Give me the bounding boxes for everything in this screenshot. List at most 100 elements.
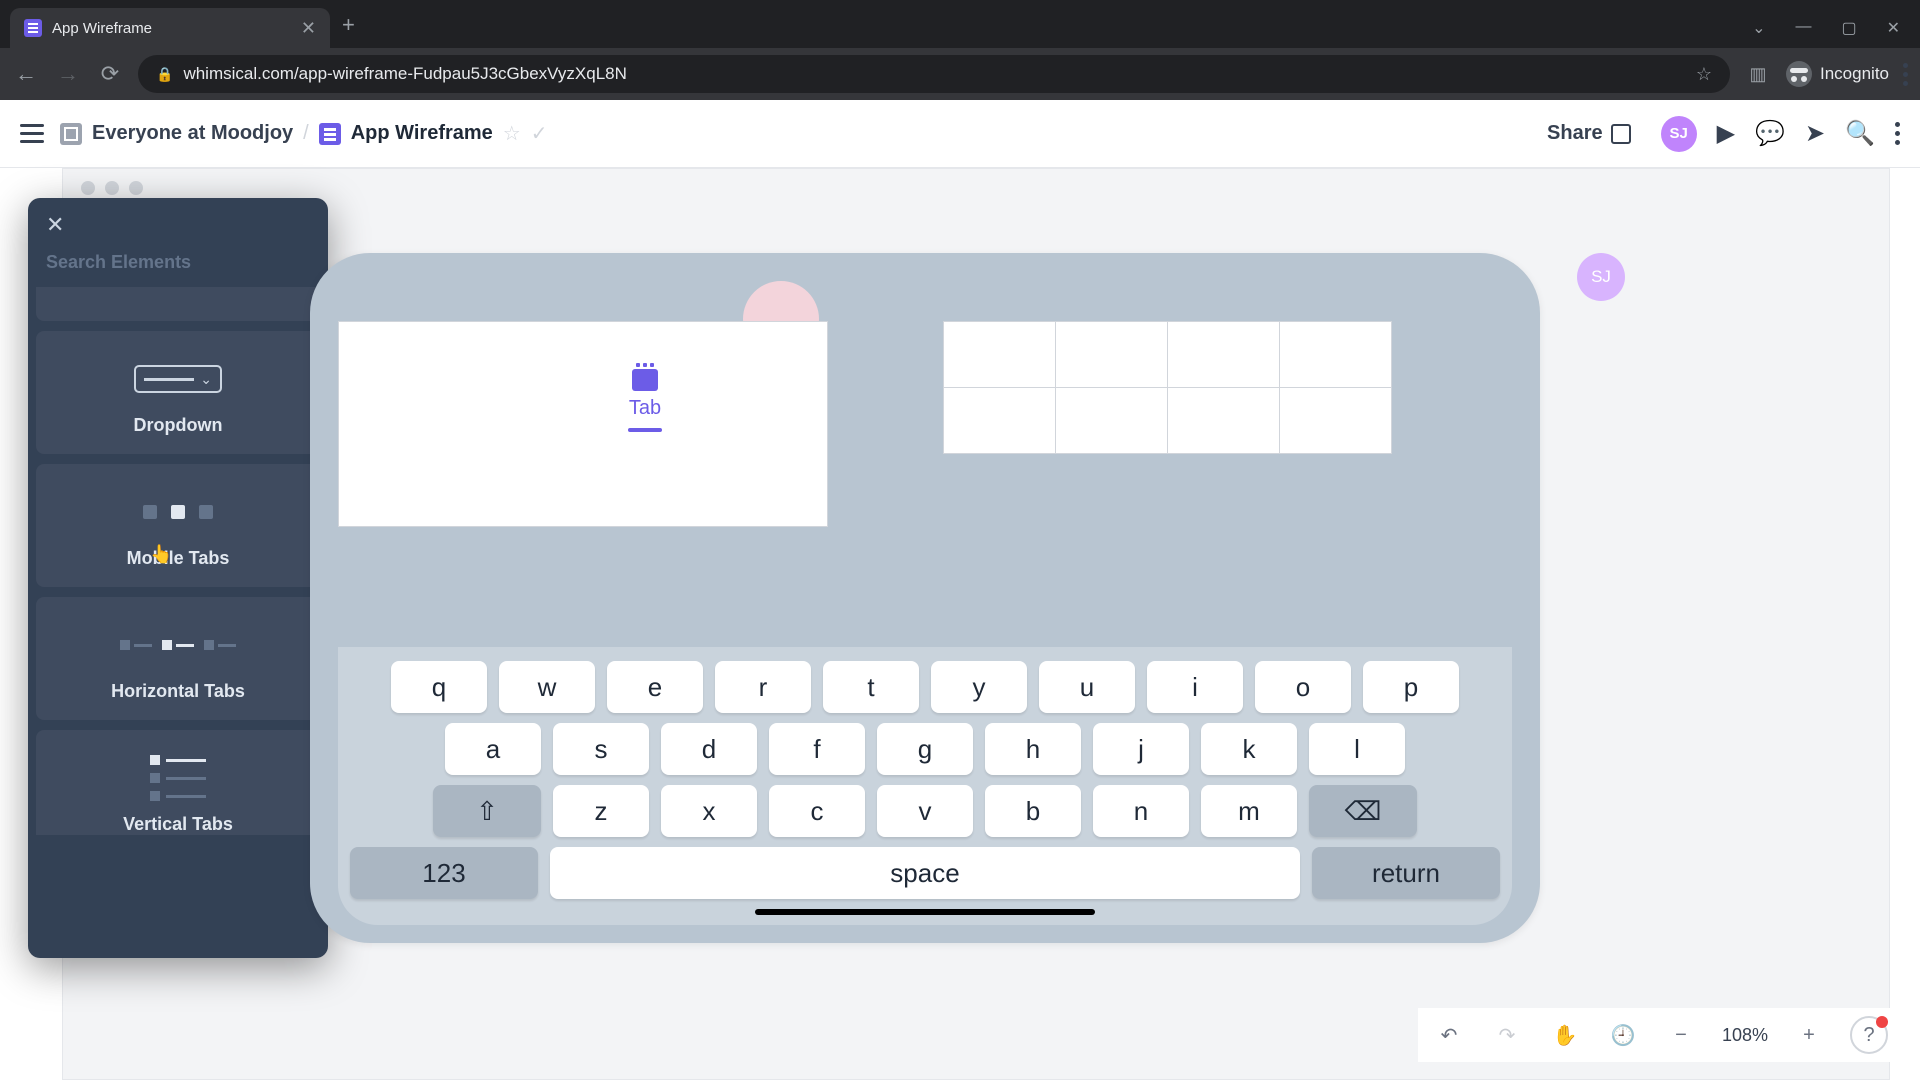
tab-underline — [628, 428, 662, 432]
backspace-key[interactable]: ⌫ — [1309, 785, 1417, 837]
incognito-indicator[interactable]: Incognito — [1786, 61, 1889, 87]
breadcrumb-team[interactable]: Everyone at Moodjoy — [92, 122, 293, 145]
menu-button[interactable] — [20, 124, 44, 143]
elements-panel: ✕ Search Elements ⌄ Dropdown Mobile Tabs… — [28, 198, 328, 958]
key-w[interactable]: w — [499, 661, 595, 713]
check-icon[interactable]: ✓ — [531, 121, 548, 146]
incognito-icon — [1786, 61, 1812, 87]
forward-button[interactable]: → — [54, 61, 82, 87]
key-z[interactable]: z — [553, 785, 649, 837]
browser-tab-strip: App Wireframe ✕ + ⌄ — ▢ ✕ — [0, 0, 1920, 48]
key-k[interactable]: k — [1201, 723, 1297, 775]
key-b[interactable]: b — [985, 785, 1081, 837]
close-window-icon[interactable]: ✕ — [1887, 18, 1900, 38]
key-l[interactable]: l — [1309, 723, 1405, 775]
keyboard-row-2: asdfghjkl — [350, 723, 1500, 775]
key-u[interactable]: u — [1039, 661, 1135, 713]
keyboard-row-4: 123 space return — [350, 847, 1500, 899]
zoom-in-button[interactable]: + — [1792, 1018, 1826, 1052]
bookmark-icon[interactable]: ☆ — [1696, 64, 1712, 85]
url-text: whimsical.com/app-wireframe-Fudpau5J3cGb… — [183, 64, 626, 84]
key-e[interactable]: e — [607, 661, 703, 713]
undo-button[interactable]: ↶ — [1432, 1018, 1466, 1052]
incognito-label: Incognito — [1820, 64, 1889, 84]
numbers-key[interactable]: 123 — [350, 847, 538, 899]
key-d[interactable]: d — [661, 723, 757, 775]
zoom-level[interactable]: 108% — [1722, 1025, 1768, 1046]
reload-button[interactable]: ⟳ — [96, 61, 124, 87]
tab-element-label: Tab — [629, 397, 661, 420]
key-o[interactable]: o — [1255, 661, 1351, 713]
key-j[interactable]: j — [1093, 723, 1189, 775]
send-icon[interactable]: ➤ — [1805, 119, 1825, 148]
return-key[interactable]: return — [1312, 847, 1500, 899]
panel-close-button[interactable]: ✕ — [28, 198, 328, 242]
breadcrumb-doc[interactable]: App Wireframe — [351, 122, 493, 145]
search-input[interactable]: Search Elements — [28, 242, 328, 287]
key-i[interactable]: i — [1147, 661, 1243, 713]
key-v[interactable]: v — [877, 785, 973, 837]
key-g[interactable]: g — [877, 723, 973, 775]
element-card-mobile-tabs[interactable]: Mobile Tabs 👆 — [36, 464, 320, 587]
key-c[interactable]: c — [769, 785, 865, 837]
keyboard-row-3: ⇧ zxcvbnm ⌫ — [350, 785, 1500, 837]
history-button[interactable]: 🕘 — [1606, 1018, 1640, 1052]
key-a[interactable]: a — [445, 723, 541, 775]
key-m[interactable]: m — [1201, 785, 1297, 837]
key-s[interactable]: s — [553, 723, 649, 775]
team-icon — [60, 123, 82, 145]
pan-button[interactable]: ✋ — [1548, 1018, 1582, 1052]
element-card-horizontal-tabs[interactable]: Horizontal Tabs — [36, 597, 320, 720]
key-y[interactable]: y — [931, 661, 1027, 713]
doc-icon — [319, 123, 341, 145]
tab-element[interactable]: Tab — [628, 369, 662, 432]
key-r[interactable]: r — [715, 661, 811, 713]
search-icon[interactable]: 🔍 — [1845, 119, 1875, 148]
star-icon[interactable]: ☆ — [503, 121, 521, 146]
key-n[interactable]: n — [1093, 785, 1189, 837]
comments-icon[interactable]: 💬 — [1755, 119, 1785, 148]
device-screen: Tab qwertyuiop asdfghjkl ⇧ zxcvbnm ⌫ 123… — [338, 277, 1512, 925]
window-controls: ⌄ — ▢ ✕ — [1752, 18, 1920, 48]
home-indicator — [755, 909, 1095, 915]
element-card-vertical-tabs[interactable]: Vertical Tabs — [36, 730, 320, 835]
zoom-out-button[interactable]: − — [1664, 1018, 1698, 1052]
key-x[interactable]: x — [661, 785, 757, 837]
app-menu-button[interactable] — [1895, 122, 1900, 145]
back-button[interactable]: ← — [12, 61, 40, 87]
canvas[interactable]: ✕ Search Elements ⌄ Dropdown Mobile Tabs… — [0, 168, 1920, 1080]
key-q[interactable]: q — [391, 661, 487, 713]
shift-key[interactable]: ⇧ — [433, 785, 541, 837]
card-label: Horizontal Tabs — [46, 681, 310, 702]
new-tab-button[interactable]: + — [342, 12, 355, 38]
minimize-icon[interactable]: — — [1795, 18, 1811, 38]
element-card-dropdown[interactable]: ⌄ Dropdown — [36, 331, 320, 454]
keyboard-element[interactable]: qwertyuiop asdfghjkl ⇧ zxcvbnm ⌫ 123 spa… — [338, 647, 1512, 925]
grid-element[interactable] — [943, 321, 1391, 453]
address-bar[interactable]: 🔒 whimsical.com/app-wireframe-Fudpau5J3c… — [138, 55, 1730, 93]
extensions-icon[interactable]: ▥ — [1744, 64, 1772, 85]
notification-dot — [1876, 1016, 1888, 1028]
maximize-icon[interactable]: ▢ — [1841, 18, 1856, 38]
app-header: Everyone at Moodjoy / App Wireframe ☆ ✓ … — [0, 100, 1920, 168]
redo-button[interactable]: ↷ — [1490, 1018, 1524, 1052]
space-key[interactable]: space — [550, 847, 1300, 899]
card-label: Vertical Tabs — [46, 814, 310, 835]
shape-rectangle[interactable] — [338, 321, 828, 527]
breadcrumb-sep: / — [303, 122, 309, 145]
collaborator-avatar[interactable]: SJ — [1577, 253, 1625, 301]
key-t[interactable]: t — [823, 661, 919, 713]
key-f[interactable]: f — [769, 723, 865, 775]
share-button[interactable]: Share — [1537, 116, 1641, 151]
key-p[interactable]: p — [1363, 661, 1459, 713]
browser-menu-button[interactable] — [1903, 63, 1908, 86]
window-dots — [81, 181, 143, 195]
avatar[interactable]: SJ — [1661, 116, 1697, 152]
close-tab-icon[interactable]: ✕ — [301, 18, 316, 39]
tabs-dropdown-icon[interactable]: ⌄ — [1752, 18, 1765, 38]
present-icon[interactable]: ▶ — [1717, 119, 1735, 148]
key-h[interactable]: h — [985, 723, 1081, 775]
element-card[interactable] — [36, 287, 320, 321]
help-button[interactable]: ? — [1850, 1016, 1888, 1054]
browser-tab[interactable]: App Wireframe ✕ — [10, 8, 330, 48]
